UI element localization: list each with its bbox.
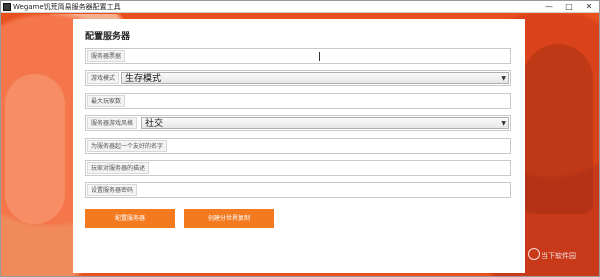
play-style-label: 服务器游戏风格 xyxy=(87,117,138,129)
game-mode-value: 生存模式 xyxy=(125,74,162,84)
game-mode-row: 游戏模式 生存模式 ▼ xyxy=(85,70,511,86)
play-style-select[interactable]: 社交 ▼ xyxy=(141,117,509,129)
minimize-button[interactable]: — xyxy=(539,1,559,13)
server-ticket-field[interactable]: 服务器票据 xyxy=(85,48,511,64)
maximize-button[interactable]: □ xyxy=(559,1,579,13)
window-controls: — □ ✕ xyxy=(539,1,599,13)
play-style-row: 服务器游戏风格 社交 ▼ xyxy=(85,115,511,131)
panel-title: 配置服务器 xyxy=(85,32,131,42)
config-panel: 配置服务器 服务器票据 游戏模式 生存模式 ▼ 最大玩家数 服务器游戏风格 社交… xyxy=(73,19,525,273)
app-window: Wegame饥荒简易服务器配置工具 — □ ✕ 配置服务器 服务器票据 游戏模式… xyxy=(0,0,600,277)
game-mode-label: 游戏模式 xyxy=(87,72,120,84)
close-button[interactable]: ✕ xyxy=(579,1,599,13)
description-label: 玩家对服务器的描述 xyxy=(87,162,150,174)
text-caret xyxy=(319,52,320,61)
play-style-value: 社交 xyxy=(145,119,164,129)
character-art-left xyxy=(5,74,65,224)
title-bar: Wegame饥荒简易服务器配置工具 — □ ✕ xyxy=(1,1,599,13)
watermark-text: 当下软件园 xyxy=(541,252,576,260)
max-players-field[interactable]: 最大玩家数 xyxy=(85,93,511,109)
window-title: Wegame饥荒简易服务器配置工具 xyxy=(13,3,121,11)
max-players-label: 最大玩家数 xyxy=(87,95,126,107)
chevron-down-icon: ▼ xyxy=(501,75,506,82)
friendly-name-label: 为服务器起一个友好的名字 xyxy=(87,140,168,152)
configure-server-button[interactable]: 配置服务器 xyxy=(85,209,175,228)
game-mode-select[interactable]: 生存模式 ▼ xyxy=(121,72,509,84)
create-world-copy-button[interactable]: 创建分世界复制 xyxy=(184,209,274,228)
character-art-right xyxy=(523,44,593,214)
server-ticket-label: 服务器票据 xyxy=(87,50,126,62)
description-field[interactable]: 玩家对服务器的描述 xyxy=(85,160,511,176)
password-label: 设置服务器密码 xyxy=(87,184,138,196)
friendly-name-field[interactable]: 为服务器起一个友好的名字 xyxy=(85,138,511,154)
watermark-logo-icon xyxy=(528,248,540,260)
password-field[interactable]: 设置服务器密码 xyxy=(85,182,511,198)
app-icon xyxy=(3,3,11,11)
chevron-down-icon: ▼ xyxy=(501,120,506,127)
